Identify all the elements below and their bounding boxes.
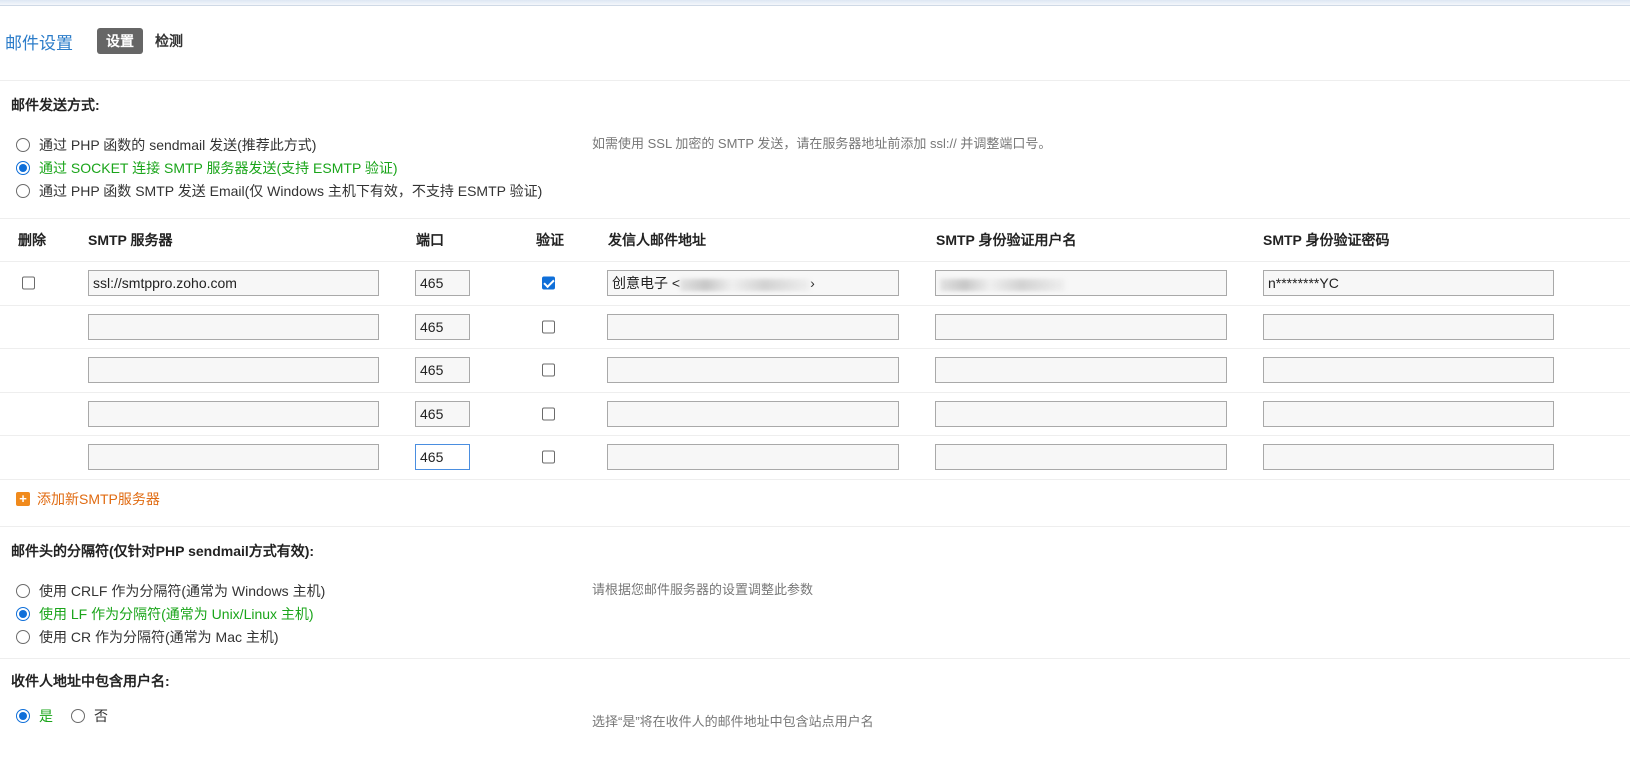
- table-row: 465: [0, 393, 1630, 436]
- table-row: 465: [0, 436, 1630, 480]
- send-method-option-socket[interactable]: 通过 SOCKET 连接 SMTP 服务器发送(支持 ESMTP 验证): [16, 156, 542, 179]
- col-delete: 删除: [18, 232, 46, 248]
- page-title: 邮件设置: [5, 33, 73, 53]
- username-input[interactable]: [935, 313, 1227, 340]
- include-username-no[interactable]: 否: [71, 705, 108, 728]
- radio-crlf[interactable]: [16, 583, 30, 598]
- password-input[interactable]: [1263, 400, 1554, 427]
- include-username-options: 是 否: [16, 706, 126, 726]
- radio-label: 通过 PHP 函数的 sendmail 发送(推荐此方式): [39, 136, 317, 153]
- from-input[interactable]: 创意电子 < ›: [607, 270, 899, 297]
- table-row: 465: [0, 306, 1630, 349]
- radio-cr[interactable]: [16, 629, 30, 644]
- plus-icon: +: [16, 492, 30, 506]
- send-method-options: 通过 PHP 函数的 sendmail 发送(推荐此方式) 通过 SOCKET …: [16, 133, 542, 202]
- password-input[interactable]: n********YC: [1263, 270, 1554, 297]
- auth-checkbox[interactable]: [542, 320, 555, 334]
- from-input[interactable]: [607, 357, 899, 384]
- radio-socket[interactable]: [16, 160, 30, 175]
- from-input[interactable]: [607, 444, 899, 471]
- include-username-hint: 选择“是”将在收件人的邮件地址中包含站点用户名: [592, 714, 874, 729]
- server-input[interactable]: [88, 313, 379, 340]
- password-input[interactable]: [1263, 313, 1554, 340]
- radio-label: 通过 SOCKET 连接 SMTP 服务器发送(支持 ESMTP 验证): [39, 159, 398, 176]
- col-from: 发信人邮件地址: [608, 232, 706, 248]
- add-smtp-server-link[interactable]: + 添加新SMTP服务器: [16, 489, 160, 509]
- from-input[interactable]: [607, 400, 899, 427]
- col-server: SMTP 服务器: [88, 232, 173, 248]
- table-row: ssl://smtppro.zoho.com 465 创意电子 < › n****…: [0, 262, 1630, 306]
- radio-label: 是: [39, 708, 53, 724]
- radio-label: 使用 LF 作为分隔符(通常为 Unix/Linux 主机): [39, 605, 314, 622]
- password-input[interactable]: [1263, 444, 1554, 471]
- top-bar: [0, 0, 1630, 6]
- auth-checkbox[interactable]: [542, 276, 555, 290]
- port-input[interactable]: 465: [415, 270, 470, 297]
- server-input[interactable]: [88, 400, 379, 427]
- radio-yes[interactable]: [16, 709, 30, 723]
- radio-label: 使用 CRLF 作为分隔符(通常为 Windows 主机): [39, 582, 326, 599]
- send-method-title: 邮件发送方式:: [11, 97, 100, 113]
- table-header-row: 删除 SMTP 服务器 端口 验证 发信人邮件地址 SMTP 身份验证用户名 S…: [0, 218, 1630, 262]
- password-input[interactable]: [1263, 357, 1554, 384]
- radio-label: 通过 PHP 函数 SMTP 发送 Email(仅 Windows 主机下有效，…: [39, 182, 543, 199]
- tab-check[interactable]: 检测: [155, 31, 183, 51]
- radio-no[interactable]: [71, 709, 85, 723]
- divider: [0, 658, 1630, 659]
- port-input[interactable]: 465: [415, 400, 470, 427]
- redacted-email: [680, 278, 811, 291]
- radio-lf[interactable]: [16, 606, 30, 621]
- separator-hint: 请根据您邮件服务器的设置调整此参数: [592, 582, 814, 597]
- username-input[interactable]: [935, 400, 1227, 427]
- send-method-option-php-smtp[interactable]: 通过 PHP 函数 SMTP 发送 Email(仅 Windows 主机下有效，…: [16, 179, 542, 202]
- radio-php-smtp[interactable]: [16, 183, 30, 198]
- auth-checkbox[interactable]: [542, 407, 555, 421]
- smtp-server-table: 删除 SMTP 服务器 端口 验证 发信人邮件地址 SMTP 身份验证用户名 S…: [0, 218, 1630, 480]
- port-input[interactable]: 465: [415, 357, 470, 384]
- col-auth: 验证: [536, 232, 564, 248]
- send-method-hint: 如需使用 SSL 加密的 SMTP 发送，请在服务器地址前添加 ssl:// 并…: [592, 136, 1052, 151]
- server-input[interactable]: ssl://smtppro.zoho.com: [88, 270, 379, 297]
- port-input[interactable]: 465: [415, 444, 470, 471]
- delete-checkbox[interactable]: [22, 276, 35, 290]
- auth-checkbox[interactable]: [542, 450, 555, 464]
- separator-option-cr[interactable]: 使用 CR 作为分隔符(通常为 Mac 主机): [16, 625, 325, 648]
- divider: [0, 526, 1630, 527]
- add-smtp-server-label: 添加新SMTP服务器: [37, 491, 160, 507]
- separator-option-crlf[interactable]: 使用 CRLF 作为分隔符(通常为 Windows 主机): [16, 579, 325, 602]
- username-input[interactable]: [935, 270, 1227, 297]
- include-username-title: 收件人地址中包含用户名:: [11, 673, 170, 689]
- server-input[interactable]: [88, 357, 379, 384]
- radio-sendmail[interactable]: [16, 137, 30, 152]
- radio-label: 使用 CR 作为分隔符(通常为 Mac 主机): [39, 628, 279, 645]
- username-input[interactable]: [935, 444, 1227, 471]
- col-user: SMTP 身份验证用户名: [936, 232, 1077, 248]
- separator-title: 邮件头的分隔符(仅针对PHP sendmail方式有效):: [11, 543, 315, 559]
- col-port: 端口: [416, 232, 444, 248]
- radio-label: 否: [94, 708, 108, 724]
- divider: [0, 80, 1630, 81]
- server-input[interactable]: [88, 444, 379, 471]
- redacted-username: [940, 278, 1065, 291]
- auth-checkbox[interactable]: [542, 363, 555, 377]
- page-header: 邮件设置 设置 检测: [5, 28, 183, 54]
- from-suffix: ›: [810, 275, 815, 292]
- from-input[interactable]: [607, 313, 899, 340]
- from-name: 创意电子 <: [612, 275, 681, 292]
- separator-options: 使用 CRLF 作为分隔符(通常为 Windows 主机) 使用 LF 作为分隔…: [16, 579, 325, 648]
- username-input[interactable]: [935, 357, 1227, 384]
- send-method-option-sendmail[interactable]: 通过 PHP 函数的 sendmail 发送(推荐此方式): [16, 133, 542, 156]
- include-username-yes[interactable]: 是: [16, 705, 53, 728]
- col-password: SMTP 身份验证密码: [1263, 232, 1390, 248]
- table-row: 465: [0, 349, 1630, 393]
- tab-settings[interactable]: 设置: [97, 28, 143, 54]
- port-input[interactable]: 465: [415, 313, 470, 340]
- separator-option-lf[interactable]: 使用 LF 作为分隔符(通常为 Unix/Linux 主机): [16, 602, 325, 625]
